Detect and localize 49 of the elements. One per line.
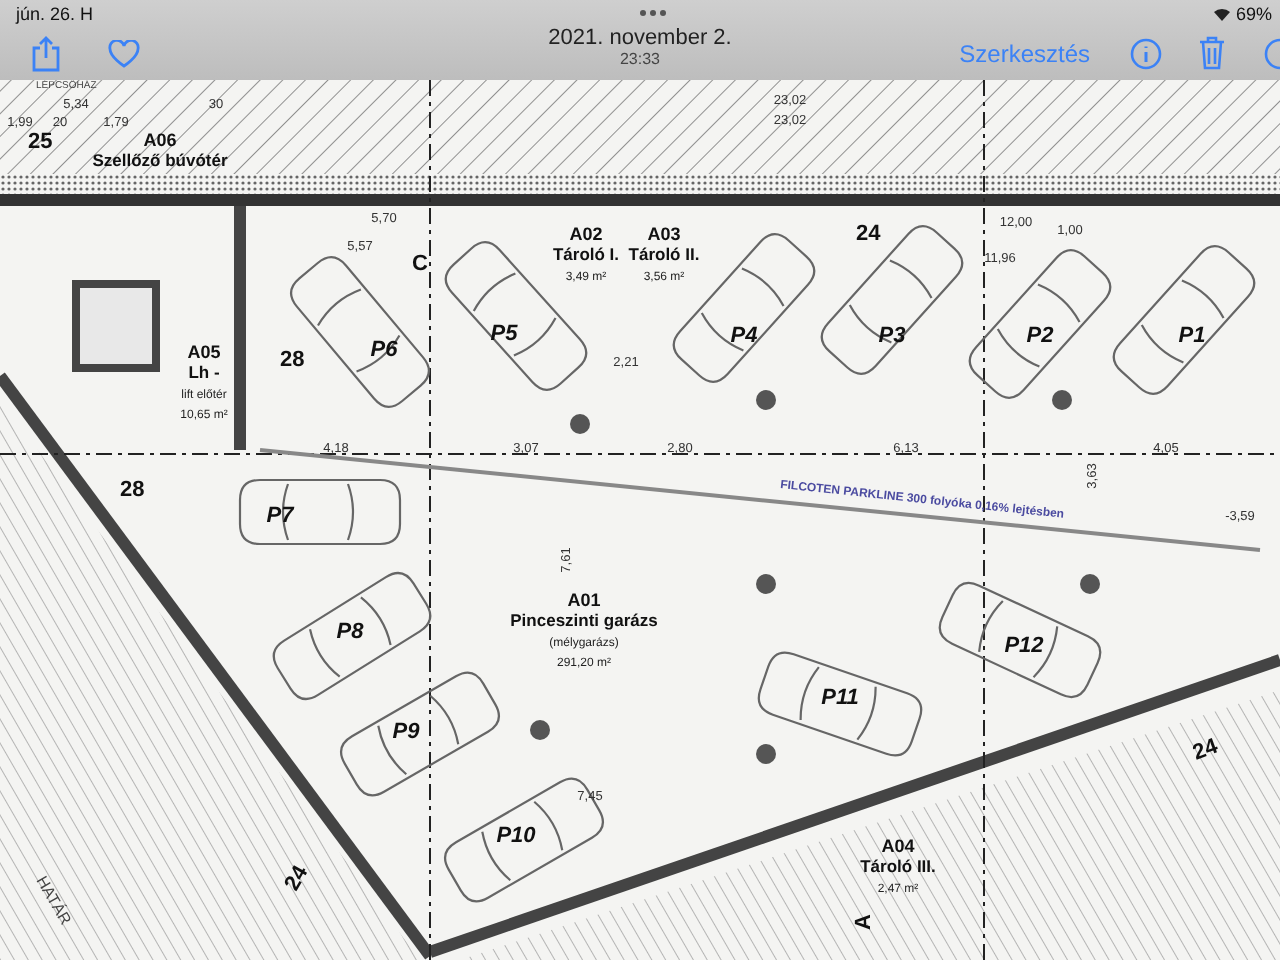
section-mark: 24 bbox=[280, 861, 314, 895]
section-mark: 24 bbox=[856, 222, 881, 246]
room-label: Pinceszinti garázs bbox=[510, 610, 658, 630]
parking-space-label: P1 bbox=[1178, 324, 1206, 348]
room-code: A04 bbox=[881, 836, 915, 856]
room-code: A01 bbox=[567, 590, 601, 610]
pillar bbox=[530, 720, 550, 740]
wifi-icon bbox=[1211, 5, 1232, 21]
axis-label: C bbox=[412, 252, 428, 276]
multitask-dots-icon bbox=[639, 10, 666, 16]
pillar bbox=[756, 390, 776, 410]
room-code: A05 bbox=[187, 342, 221, 362]
room-label: Szellőző búvótér bbox=[92, 150, 228, 170]
info-icon[interactable] bbox=[1130, 37, 1162, 69]
room-label: Tároló III. bbox=[860, 856, 936, 876]
section-mark: 25 bbox=[28, 130, 53, 154]
lift-shaft bbox=[72, 280, 160, 372]
room-code: A06 bbox=[143, 130, 177, 150]
parking-space-label: P4 bbox=[730, 324, 758, 348]
parking-space-label: P10 bbox=[496, 824, 536, 848]
battery-percent: 69% bbox=[1235, 3, 1272, 23]
pillar bbox=[1080, 574, 1100, 594]
parking-space-label: P9 bbox=[392, 720, 420, 744]
room-label: Tároló II. bbox=[628, 244, 700, 264]
trash-icon[interactable] bbox=[1198, 36, 1226, 70]
parking-space-label: P12 bbox=[1004, 634, 1044, 658]
heart-icon[interactable] bbox=[108, 39, 140, 67]
more-icon[interactable] bbox=[1262, 37, 1280, 69]
pillar bbox=[1052, 390, 1072, 410]
parking-space-label: P11 bbox=[821, 686, 859, 710]
room-code: A03 bbox=[647, 224, 681, 244]
pillar bbox=[570, 414, 590, 434]
status-date: jún. 26. H bbox=[16, 3, 94, 23]
section-mark: 28 bbox=[280, 348, 305, 372]
parking-space-label: P5 bbox=[490, 322, 518, 346]
edit-button[interactable]: Szerkesztés bbox=[959, 39, 1090, 67]
axis-label: A bbox=[852, 914, 876, 930]
section-mark: 24 bbox=[1189, 734, 1222, 766]
room-label: Lh - bbox=[188, 362, 220, 382]
parking-space-label: P2 bbox=[1026, 324, 1054, 348]
parking-space-label: P8 bbox=[336, 620, 364, 644]
section-mark: 28 bbox=[120, 478, 145, 502]
pillar bbox=[756, 744, 776, 764]
photo-time: 23:33 bbox=[619, 50, 661, 68]
pillar bbox=[756, 574, 776, 594]
room-label: Tároló I. bbox=[552, 244, 620, 264]
room-code: A02 bbox=[569, 224, 603, 244]
photo-date-title: 2021. november 2. bbox=[548, 26, 732, 50]
share-icon[interactable] bbox=[32, 35, 60, 71]
